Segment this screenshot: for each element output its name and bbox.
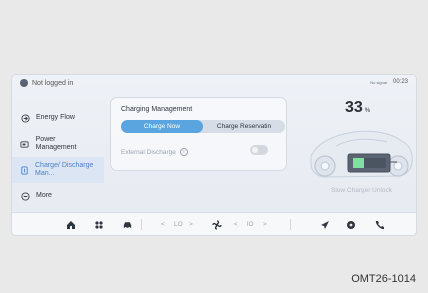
external-discharge-toggle[interactable] bbox=[250, 145, 268, 155]
info-icon[interactable]: i bbox=[179, 148, 188, 156]
energy-flow-icon bbox=[20, 113, 30, 123]
clock: 00:23 bbox=[392, 79, 408, 85]
bottom-dock: < LO > < lO > bbox=[12, 212, 416, 235]
charger-status-label: Slow Charger Unlock bbox=[331, 187, 393, 194]
sidebar-item-energy-flow[interactable]: Energy Flow bbox=[12, 105, 104, 131]
infotainment-screen: Not logged in No signal 00:23 Energy Flo… bbox=[12, 75, 416, 235]
charge-reservation-button[interactable]: Charge Reservatin bbox=[203, 120, 285, 133]
car-icon[interactable] bbox=[121, 219, 133, 231]
more-icon bbox=[20, 191, 30, 201]
system-status: No signal 00:23 bbox=[370, 79, 408, 85]
panel-title: Charging Management bbox=[121, 106, 193, 113]
top-status-bar: Not logged in No signal 00:23 bbox=[12, 75, 416, 93]
sidebar-item-label: More bbox=[36, 192, 52, 199]
sidebar-item-more[interactable]: More bbox=[12, 183, 104, 209]
power-management-icon bbox=[20, 139, 30, 149]
right-temp-decrease[interactable]: < bbox=[234, 221, 238, 228]
sidebar-item-charge-discharge[interactable]: Charge/ Discharge Man... bbox=[12, 157, 104, 183]
dock-divider bbox=[290, 219, 291, 230]
phone-icon[interactable] bbox=[373, 219, 385, 231]
charge-discharge-icon bbox=[20, 165, 29, 175]
signal-status: No signal bbox=[370, 79, 387, 85]
user-label: Not logged in bbox=[32, 79, 74, 87]
sidebar-item-label: Power Management bbox=[35, 136, 77, 151]
right-temp-increase[interactable]: > bbox=[263, 221, 267, 228]
sidebar-item-power-management[interactable]: Power Management bbox=[12, 131, 104, 157]
left-temp-decrease[interactable]: < bbox=[161, 221, 165, 228]
battery-percentage-value: 33 bbox=[345, 99, 363, 116]
navigation-icon[interactable] bbox=[319, 219, 331, 231]
dock-divider bbox=[141, 219, 142, 230]
charge-mode-segmented-control: Charge Now Charge Reservatin bbox=[121, 120, 285, 133]
sidebar-item-label: Energy Flow bbox=[36, 114, 75, 121]
sidebar: Energy Flow Power Management Charge/ Dis… bbox=[12, 105, 104, 209]
charge-now-button[interactable]: Charge Now bbox=[121, 120, 203, 133]
apps-grid-icon[interactable] bbox=[93, 219, 105, 231]
sidebar-item-label: Charge/ Discharge Man... bbox=[35, 162, 94, 177]
left-temp-value: LO bbox=[174, 221, 183, 228]
battery-percentage: 33% bbox=[345, 99, 370, 117]
external-discharge-row: External Discharge i bbox=[121, 148, 188, 156]
toggle-knob bbox=[252, 147, 258, 153]
home-icon[interactable] bbox=[65, 219, 77, 231]
user-avatar-icon bbox=[20, 79, 28, 87]
charging-management-panel: Charging Management Charge Now Charge Re… bbox=[111, 98, 286, 170]
media-icon[interactable] bbox=[345, 219, 357, 231]
left-temp-increase[interactable]: > bbox=[189, 221, 193, 228]
user-status[interactable]: Not logged in bbox=[20, 79, 73, 87]
fan-icon[interactable] bbox=[211, 219, 223, 231]
battery-percentage-unit: % bbox=[364, 108, 371, 114]
vehicle-illustration bbox=[306, 122, 416, 188]
figure-code: OMT26-1014 bbox=[351, 273, 416, 285]
external-discharge-label: External Discharge bbox=[121, 148, 176, 156]
page-frame: Not logged in No signal 00:23 Energy Flo… bbox=[0, 0, 428, 293]
right-temp-value: lO bbox=[247, 221, 254, 228]
